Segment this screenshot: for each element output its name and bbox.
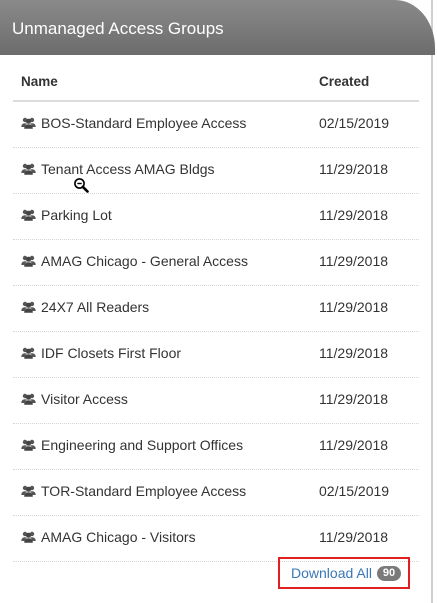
column-header-name[interactable]: Name	[21, 74, 58, 89]
download-all-highlight: Download All 90	[278, 557, 410, 589]
table-row[interactable]: AMAG Chicago - General Access 11/29/2018	[13, 240, 419, 286]
group-created-date: 11/29/2018	[319, 299, 389, 315]
users-icon	[21, 162, 36, 175]
group-name[interactable]: Visitor Access	[41, 378, 128, 423]
users-icon	[21, 392, 36, 405]
access-groups-table: Name Created BOS-Standard Employee Acces…	[13, 61, 419, 562]
users-icon	[21, 116, 36, 129]
table-row[interactable]: AMAG Chicago - Visitors 11/29/2018	[13, 516, 419, 562]
group-name[interactable]: 24X7 All Readers	[41, 286, 149, 331]
table-row[interactable]: Parking Lot 11/29/2018	[13, 194, 419, 240]
group-created-date: 11/29/2018	[319, 161, 389, 177]
group-name[interactable]: Parking Lot	[41, 194, 112, 239]
unmanaged-access-groups-panel: Unmanaged Access Groups Name Created BOS…	[0, 0, 435, 603]
group-created-date: 02/15/2019	[319, 115, 390, 131]
table-row[interactable]: 24X7 All Readers 11/29/2018	[13, 286, 419, 332]
group-created-date: 11/29/2018	[319, 391, 389, 407]
group-name[interactable]: AMAG Chicago - Visitors	[41, 516, 196, 561]
count-badge: 90	[377, 566, 401, 581]
users-icon	[21, 346, 36, 359]
table-row[interactable]: IDF Closets First Floor 11/29/2018	[13, 332, 419, 378]
group-name[interactable]: BOS-Standard Employee Access	[41, 102, 246, 147]
table-row[interactable]: Engineering and Support Offices 11/29/201…	[13, 424, 419, 470]
group-name[interactable]: IDF Closets First Floor	[41, 332, 181, 377]
group-created-date: 11/29/2018	[319, 345, 389, 361]
column-header-created[interactable]: Created	[319, 74, 369, 89]
group-name[interactable]: AMAG Chicago - General Access	[41, 240, 248, 285]
zoom-out-magnifier-icon	[74, 178, 89, 193]
table-row[interactable]: Visitor Access 11/29/2018	[13, 378, 419, 424]
group-created-date: 11/29/2018	[319, 529, 389, 545]
group-created-date: 11/29/2018	[319, 253, 389, 269]
group-name[interactable]: Tenant Access AMAG Bldgs	[41, 148, 215, 193]
panel-header: Unmanaged Access Groups	[0, 0, 435, 55]
users-icon	[21, 254, 36, 267]
download-all-link[interactable]: Download All	[291, 559, 372, 588]
table-header: Name Created	[13, 61, 419, 102]
table-body: BOS-Standard Employee Access 02/15/2019 Te…	[13, 102, 419, 562]
group-name[interactable]: TOR-Standard Employee Access	[41, 470, 246, 515]
group-created-date: 11/29/2018	[319, 437, 389, 453]
group-created-date: 11/29/2018	[319, 207, 389, 223]
users-icon	[21, 438, 36, 451]
panel-title: Unmanaged Access Groups	[12, 19, 224, 38]
group-created-date: 02/15/2019	[319, 483, 390, 499]
users-icon	[21, 530, 36, 543]
users-icon	[21, 484, 36, 497]
group-name[interactable]: Engineering and Support Offices	[41, 424, 243, 469]
table-row[interactable]: BOS-Standard Employee Access 02/15/2019	[13, 102, 419, 148]
table-row[interactable]: TOR-Standard Employee Access 02/15/2019	[13, 470, 419, 516]
users-icon	[21, 300, 36, 313]
users-icon	[21, 208, 36, 221]
